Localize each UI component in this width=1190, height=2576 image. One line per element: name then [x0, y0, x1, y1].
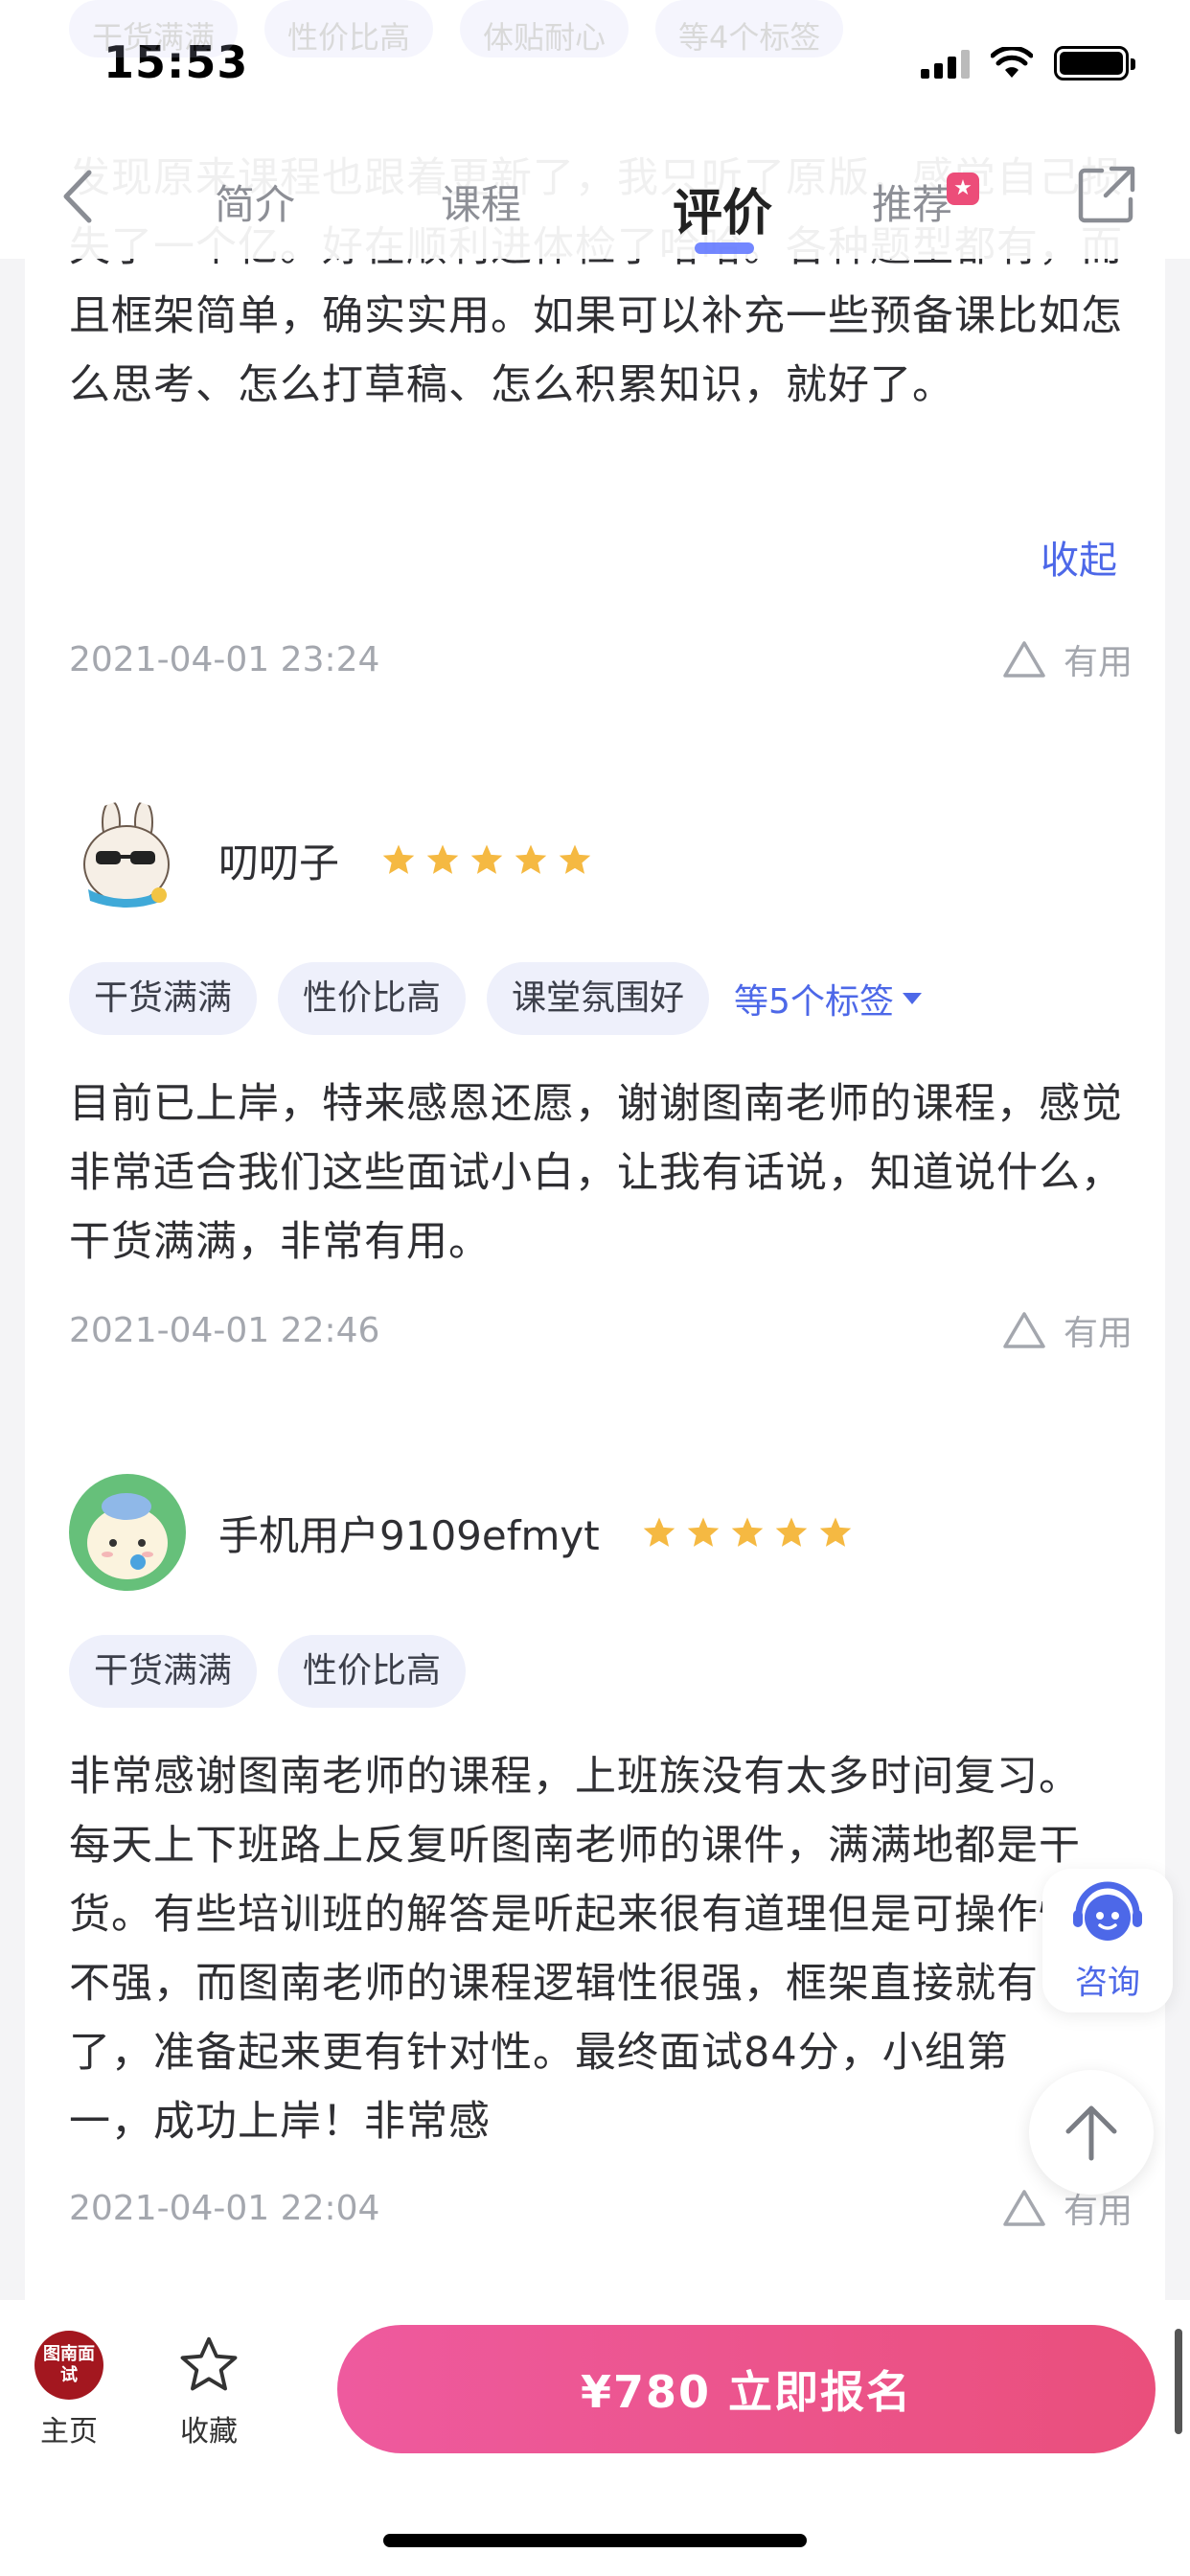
review-text: 目前已上岸，特来感恩还愿，谢谢图南老师的课程，感觉非常适合我们这些面试小白，让我… — [69, 1080, 1123, 1266]
cellular-signal-icon — [921, 48, 970, 79]
avatar[interactable] — [69, 1474, 186, 1591]
useful-label: 有用 — [1063, 643, 1133, 682]
consult-label: 咨询 — [1075, 1963, 1140, 2002]
review-tag: 干货满满 — [69, 962, 258, 1035]
share-button[interactable] — [1073, 161, 1140, 228]
more-tags-toggle[interactable]: 等5个标签 — [734, 974, 923, 1024]
status-time: 15:53 — [103, 36, 249, 88]
review-text: 非常感谢图南老师的课程，上班族没有太多时间复习。每天上下班路上反复听图南老师的课… — [69, 1753, 1081, 2146]
star-icon — [382, 844, 415, 874]
review-user-row: 手机用户9109efmyt — [69, 1474, 1133, 1591]
tab-label: 推荐 — [872, 181, 953, 228]
status-bar: 15:53 — [0, 0, 1190, 134]
star-badge-icon: ★ — [947, 172, 979, 205]
consult-button[interactable]: 咨询 — [1042, 1869, 1173, 2012]
home-tab[interactable]: 图南面试 主页 — [29, 2331, 109, 2450]
review-meta: 2021-04-01 22:04 有用 — [69, 2183, 1133, 2233]
arrow-up-icon — [1065, 2105, 1117, 2161]
chevron-left-icon — [63, 170, 92, 223]
useful-button[interactable]: 有用 — [1002, 634, 1133, 684]
avatar[interactable] — [69, 801, 186, 918]
star-icon — [470, 844, 503, 874]
home-indicator[interactable] — [383, 2534, 807, 2547]
review-meta: 2021-04-01 22:46 有用 — [69, 1305, 1133, 1355]
star-icon — [775, 1517, 808, 1547]
star-icon — [819, 1517, 852, 1547]
tab-label: 评价 — [673, 185, 773, 242]
rating-stars — [381, 843, 592, 876]
star-outline-icon — [180, 2336, 238, 2391]
review-tag: 性价比高 — [278, 962, 467, 1035]
star-icon — [559, 844, 591, 874]
wifi-icon — [991, 47, 1033, 78]
collapse-link[interactable]: 收起 — [1041, 529, 1117, 585]
review-tag: 性价比高 — [278, 1635, 467, 1708]
tab-label: 简介 — [215, 181, 296, 228]
thumb-triangle-icon — [1003, 1312, 1045, 1348]
favorite-button[interactable]: 收藏 — [171, 2334, 247, 2450]
reviews-list: 发现原来课程也跟着更新了，我只听了原版，感觉自己损失了一个亿。好在顺利进体检了哈… — [25, 0, 1165, 2300]
top-nav-bar: 简介 课程 评价 推荐 ★ — [0, 134, 1190, 259]
useful-button[interactable]: 有用 — [1002, 1305, 1133, 1355]
review-tag: 课堂氛围好 — [487, 962, 710, 1035]
review-user-row: 叨叨子 — [69, 801, 1133, 918]
back-to-top-button[interactable] — [1029, 2070, 1154, 2195]
review-date: 2021-04-01 22:46 — [69, 1310, 380, 1350]
scrollbar[interactable] — [1175, 2329, 1182, 2434]
star-icon — [643, 1517, 675, 1547]
tab-label: 课程 — [441, 181, 522, 228]
review-tags: 干货满满 性价比高 课堂氛围好 等5个标签 — [69, 962, 1133, 1035]
status-icons — [921, 46, 1135, 80]
back-button[interactable] — [48, 163, 105, 230]
useful-label: 有用 — [1063, 1314, 1133, 1353]
user-name: 叨叨子 — [218, 839, 340, 886]
tab-reviews[interactable]: 评价 — [594, 157, 824, 260]
favorite-label: 收藏 — [180, 2415, 238, 2449]
star-icon — [731, 1517, 764, 1547]
star-icon — [426, 844, 459, 874]
more-tags-label: 等5个标签 — [734, 982, 894, 1022]
tab-course[interactable]: 课程 — [383, 157, 594, 260]
tab-recommend[interactable]: 推荐 ★ — [824, 157, 1016, 260]
enroll-now-button[interactable]: ¥780 立即报名 — [337, 2325, 1156, 2453]
review-item: 叨叨子 干货满满 性价比高 课堂氛围好 等5个标签 目前已上岸，特来感恩还愿，谢… — [69, 801, 1133, 1276]
brand-logo: 图南面试 — [34, 2331, 103, 2400]
caret-down-icon — [902, 993, 922, 1004]
share-icon — [1078, 166, 1135, 223]
review-meta: 2021-04-01 23:24 有用 — [69, 634, 1133, 684]
review-tag: 干货满满 — [69, 1635, 258, 1708]
customer-service-icon — [1073, 1881, 1142, 1941]
thumb-triangle-icon — [1003, 641, 1045, 678]
tab-bar: 简介 课程 评价 推荐 ★ — [192, 157, 1016, 260]
review-item: 手机用户9109efmyt 干货满满 性价比高 非常感谢图南老师的课程，上班族没… — [69, 1474, 1133, 2154]
rating-stars — [642, 1516, 853, 1549]
star-icon — [687, 1517, 720, 1547]
battery-icon — [1054, 46, 1135, 80]
review-date: 2021-04-01 22:04 — [69, 2188, 380, 2228]
active-tab-indicator — [695, 242, 754, 254]
tab-intro[interactable]: 简介 — [192, 157, 383, 260]
review-tags: 干货满满 性价比高 — [69, 1635, 1133, 1708]
home-label: 主页 — [40, 2415, 98, 2449]
thumb-triangle-icon — [1003, 2190, 1045, 2226]
star-icon — [515, 844, 547, 874]
review-date: 2021-04-01 23:24 — [69, 639, 380, 679]
user-name: 手机用户9109efmyt — [218, 1511, 600, 1559]
